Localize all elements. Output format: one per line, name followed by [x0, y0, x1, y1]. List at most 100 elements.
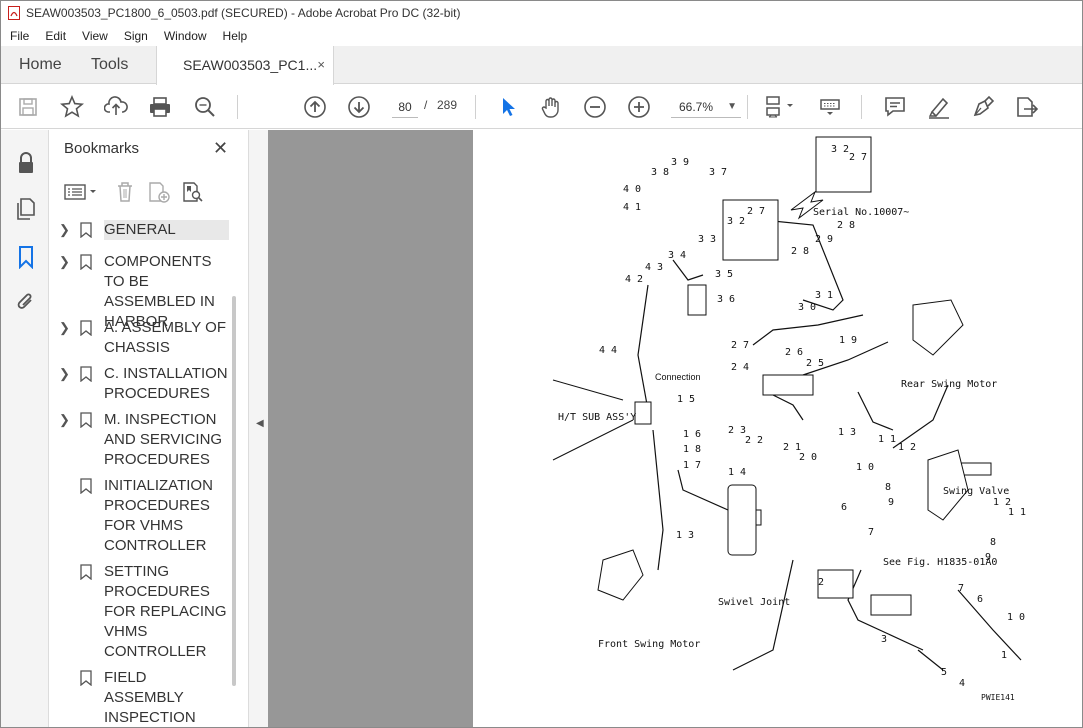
svg-text:4 2: 4 2	[625, 274, 643, 285]
part-numbers: 3 22 7 3 93 83 7 4 04 1 3 22 7 3 32 82 9…	[599, 144, 1026, 689]
svg-text:4: 4	[959, 678, 965, 689]
svg-text:2 7: 2 7	[731, 340, 749, 351]
menu-view[interactable]: View	[73, 29, 115, 43]
zoom-search-icon[interactable]	[192, 94, 218, 120]
close-panel-icon[interactable]: ✕	[213, 138, 228, 159]
page-total: 289	[437, 98, 458, 112]
page-down-icon[interactable]	[346, 94, 372, 120]
pdf-page: 3 22 7 3 93 83 7 4 04 1 3 22 7 3 32 82 9…	[473, 130, 1082, 727]
svg-text:1 1: 1 1	[1008, 507, 1026, 518]
share-upload-icon[interactable]	[103, 94, 129, 120]
svg-text:1 0: 1 0	[856, 462, 874, 473]
attachments-icon[interactable]	[13, 290, 39, 316]
menu-edit[interactable]: Edit	[36, 29, 73, 43]
highlight-pen-icon[interactable]	[926, 94, 952, 120]
svg-text:7: 7	[958, 583, 964, 594]
bookmark-icon	[80, 564, 92, 580]
bookmark-options-icon[interactable]	[63, 180, 101, 204]
menu-bar: File Edit View Sign Window Help	[1, 25, 1082, 46]
svg-text:3 5: 3 5	[715, 269, 733, 280]
svg-text:3 0: 3 0	[798, 302, 816, 313]
menu-help[interactable]: Help	[214, 29, 255, 43]
page-separator: /	[424, 98, 428, 112]
bookmark-icon	[80, 478, 92, 494]
bookmark-item[interactable]: FIELD ASSEMBLY INSPECTION REPORT	[49, 668, 229, 723]
svg-text:2 8: 2 8	[837, 220, 855, 231]
page-display-icon[interactable]	[763, 94, 797, 120]
bookmarks-panel: Bookmarks ✕ ❯ GENERAL ❯ COMPONENTS TO BE…	[49, 130, 248, 727]
chevron-right-icon[interactable]: ❯	[59, 318, 71, 338]
save-icon[interactable]	[15, 94, 41, 120]
svg-text:3 4: 3 4	[668, 250, 686, 261]
sign-pen-icon[interactable]	[970, 94, 996, 120]
tab-document[interactable]: SEAW003503_PC1... ×	[156, 46, 334, 85]
bookmark-item[interactable]: ❯ A. ASSEMBLY OF CHASSIS	[49, 318, 229, 358]
serial-note: Serial No.10007~	[813, 207, 909, 218]
drawing-code: PWIE141	[981, 693, 1015, 702]
bookmark-icon	[80, 320, 92, 336]
svg-text:2 3: 2 3	[728, 425, 746, 436]
svg-text:2 6: 2 6	[785, 347, 803, 358]
bookmark-item[interactable]: SETTING PROCEDURES FOR REPLACING VHMS CO…	[49, 562, 229, 662]
tab-tools[interactable]: Tools	[91, 46, 128, 84]
delete-bookmark-icon[interactable]	[114, 180, 136, 204]
page-up-icon[interactable]	[302, 94, 328, 120]
hand-tool-icon[interactable]	[538, 94, 564, 120]
chevron-right-icon[interactable]: ❯	[59, 364, 71, 384]
chevron-right-icon[interactable]: ❯	[59, 410, 71, 430]
title-bar: SEAW003503_PC1800_6_0503.pdf (SECURED) -…	[1, 1, 1082, 25]
bookmark-item[interactable]: ❯ M. INSPECTION AND SERVICING PROCEDURES	[49, 410, 229, 470]
page-number-input[interactable]: 80	[392, 96, 418, 118]
chevron-right-icon[interactable]: ❯	[59, 252, 71, 272]
menu-file[interactable]: File	[1, 29, 36, 43]
bookmark-label: A. ASSEMBLY OF CHASSIS	[104, 319, 226, 356]
menu-window[interactable]: Window	[155, 29, 214, 43]
bookmark-item[interactable]: ❯ GENERAL	[49, 220, 229, 240]
find-bookmark-icon[interactable]	[181, 180, 205, 204]
svg-text:1: 1	[1001, 650, 1007, 661]
page-thumbnails-icon[interactable]	[13, 196, 39, 222]
svg-text:6: 6	[977, 594, 983, 605]
svg-text:3 7: 3 7	[709, 167, 727, 178]
tab-bar: Home Tools SEAW003503_PC1... ×	[1, 46, 1082, 85]
bookmarks-scrollbar[interactable]	[232, 296, 236, 686]
bookmark-icon	[80, 222, 92, 238]
bookmark-label: GENERAL	[104, 220, 229, 240]
collapse-panel-icon[interactable]: ◀	[256, 418, 264, 429]
svg-text:3 2: 3 2	[831, 144, 849, 155]
hydraulic-diagram: 3 22 7 3 93 83 7 4 04 1 3 22 7 3 32 82 9…	[552, 136, 1026, 702]
svg-text:5: 5	[941, 667, 947, 678]
acrobat-window: SEAW003503_PC1800_6_0503.pdf (SECURED) -…	[0, 0, 1083, 728]
bookmark-item[interactable]: ❯ COMPONENTS TO BE ASSEMBLED IN HARBOR	[49, 252, 229, 330]
svg-text:6: 6	[841, 502, 847, 513]
bookmark-item[interactable]: INITIALIZATION PROCEDURES FOR VHMS CONTR…	[49, 476, 229, 556]
svg-text:3 1: 3 1	[815, 290, 833, 301]
panel-splitter[interactable]: ◀	[248, 130, 268, 727]
bookmark-label: C. INSTALLATION PROCEDURES	[104, 365, 228, 402]
tab-document-label: SEAW003503_PC1...	[183, 57, 318, 73]
bookmark-star-icon[interactable]	[59, 94, 85, 120]
export-pdf-icon[interactable]	[1014, 94, 1040, 120]
chevron-down-icon: ▼	[727, 101, 737, 112]
tab-close-icon[interactable]: ×	[317, 46, 325, 84]
menu-sign[interactable]: Sign	[115, 29, 155, 43]
bookmarks-panel-icon[interactable]	[13, 244, 39, 270]
print-icon[interactable]	[147, 94, 173, 120]
bookmark-item[interactable]: ❯ C. INSTALLATION PROCEDURES	[49, 364, 229, 404]
new-bookmark-icon[interactable]	[147, 180, 171, 204]
svg-text:1 1: 1 1	[878, 434, 896, 445]
tab-home[interactable]: Home	[19, 46, 62, 84]
zoom-out-icon[interactable]	[582, 94, 608, 120]
svg-text:7: 7	[868, 527, 874, 538]
rear-swing-motor-label: Rear Swing Motor	[901, 379, 997, 390]
lock-icon[interactable]	[13, 150, 39, 176]
zoom-in-icon[interactable]	[626, 94, 652, 120]
comment-icon[interactable]	[882, 94, 908, 120]
chevron-right-icon[interactable]: ❯	[59, 220, 71, 240]
select-cursor-icon[interactable]	[495, 94, 521, 120]
bookmark-icon	[80, 254, 92, 270]
svg-text:2 5: 2 5	[806, 358, 824, 369]
svg-text:4 4: 4 4	[599, 345, 617, 356]
scroll-mode-icon[interactable]	[817, 94, 843, 120]
zoom-level-dropdown[interactable]: 66.7% ▼	[671, 96, 741, 118]
